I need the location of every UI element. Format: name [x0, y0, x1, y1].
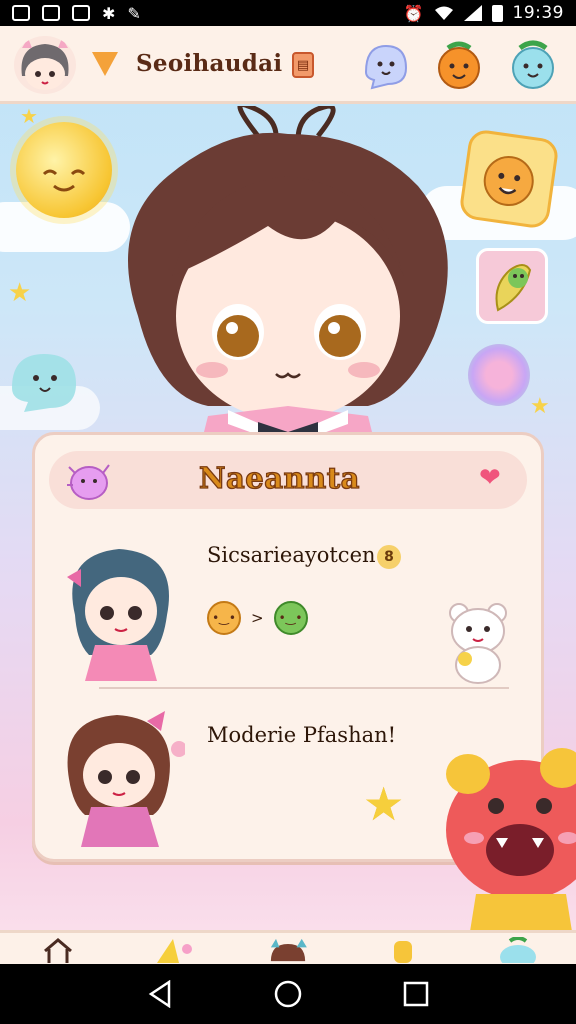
name-badge: 8 [377, 545, 401, 569]
star-decoration: ★ [8, 278, 32, 308]
entry-name: Sicsarieayotcen [207, 543, 376, 567]
orange-face-icon[interactable]: •‿• [207, 601, 241, 635]
back-icon[interactable] [140, 974, 180, 1014]
star-icon: ★ [363, 777, 405, 831]
orange-mascot-icon[interactable] [432, 38, 486, 92]
sun-icon [16, 122, 112, 218]
entry-name: Moderie Pfashan! [207, 723, 397, 747]
star-decoration: ★ [20, 104, 38, 128]
sparkle-icon[interactable] [149, 933, 197, 964]
pink-blob-icon [67, 464, 110, 500]
app-screen: ★ ★ ★ Seoihaudai ▤ Naeannta ❤ Sicsarieay… [0, 26, 576, 964]
red-monster-mascot [446, 748, 576, 944]
bottom-navigation [0, 930, 576, 964]
notification-icons: ✱ ✎ [12, 4, 141, 23]
alarm-icon: ⏰ [403, 3, 424, 23]
gallery-icon [12, 5, 30, 21]
cat-icon[interactable] [264, 933, 312, 964]
flower-decoration [468, 344, 530, 406]
panel-title: Naeannta [198, 460, 360, 495]
status-bar: ✱ ✎ ⏰ 19:39 [0, 0, 576, 26]
home-icon[interactable] [34, 933, 82, 964]
crown-icon[interactable] [379, 933, 427, 964]
character-entry[interactable]: Sicsarieayotcen 8 •‿• > •‿• [35, 515, 547, 695]
recents-icon[interactable] [396, 974, 436, 1014]
badge-icon[interactable]: ▤ [292, 52, 314, 78]
photo-icon [72, 5, 90, 21]
white-bear-icon[interactable] [439, 595, 517, 685]
system-status: ⏰ 19:39 [404, 3, 564, 23]
image-icon [42, 5, 60, 21]
system-navigation-bar [0, 964, 576, 1024]
star-decoration: ★ [530, 394, 550, 419]
panel-header: Naeannta ❤ [49, 451, 527, 509]
divider [99, 687, 509, 689]
blue-hair-chibi-avatar [67, 549, 169, 681]
home-circle-icon[interactable] [268, 974, 308, 1014]
leaf-icon[interactable] [494, 933, 542, 964]
settings-icon: ✱ [102, 3, 116, 23]
yellow-creature-card[interactable] [458, 128, 560, 230]
app-title: Seoihaudai [136, 50, 283, 77]
avatar-icon[interactable] [14, 36, 76, 94]
heart-icon[interactable]: ❤ [479, 465, 501, 491]
triangle-logo-icon [92, 52, 118, 76]
battery-icon [491, 4, 503, 22]
clock: 19:39 [512, 3, 564, 23]
brown-hair-chibi-avatar [67, 711, 185, 847]
green-face-icon[interactable]: •‿• [273, 601, 308, 635]
signal-icon [463, 5, 482, 21]
edit-icon: ✎ [127, 3, 141, 23]
ghost-mascot-icon[interactable] [358, 38, 412, 92]
wifi-icon [434, 6, 453, 20]
app-header: Seoihaudai ▤ [0, 26, 576, 104]
mood-row: •‿• > •‿• [207, 601, 308, 635]
green-creature-card[interactable] [476, 248, 548, 324]
character-portrait [128, 106, 448, 456]
mood-separator: > [251, 609, 264, 627]
blue-mascot-icon[interactable] [506, 38, 560, 92]
ghost-decoration [12, 354, 76, 412]
